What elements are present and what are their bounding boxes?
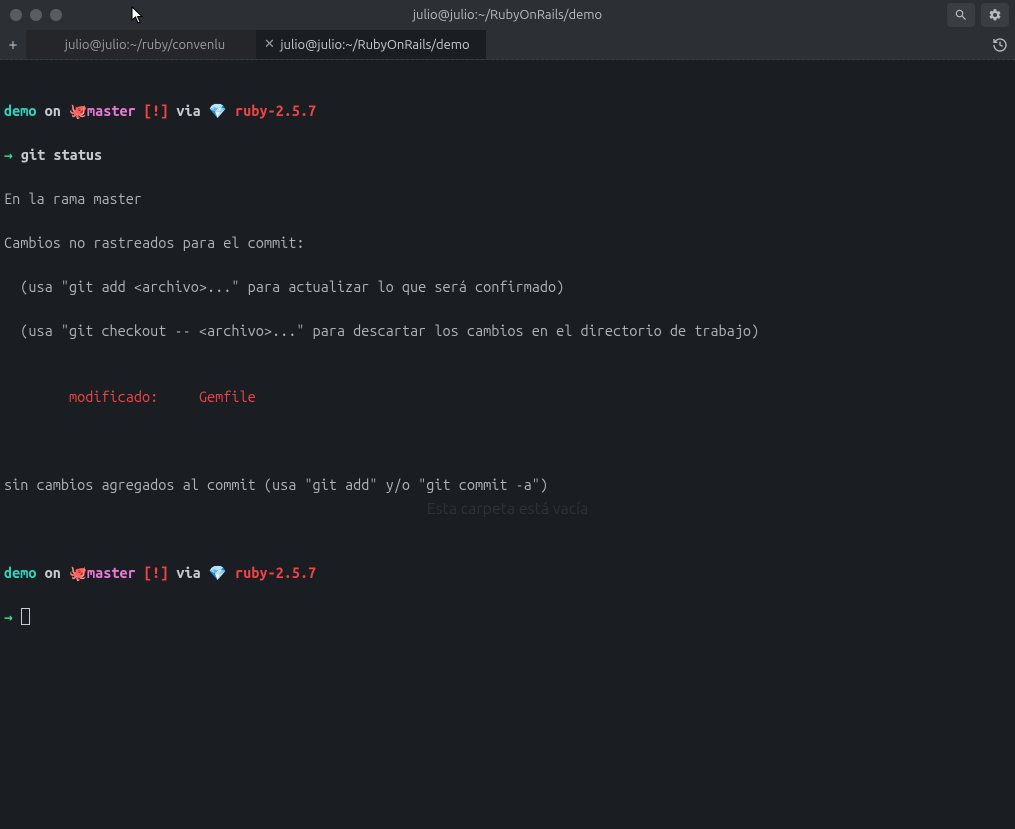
prompt-dir: demo — [4, 102, 36, 119]
prompt-branch: master — [87, 564, 136, 581]
prompt-on: on — [36, 564, 68, 581]
output-blank — [4, 518, 1011, 540]
titlebar: julio@julio:~/RubyOnRails/demo — [0, 0, 1015, 30]
history-button[interactable] — [985, 30, 1015, 59]
window-title: julio@julio:~/RubyOnRails/demo — [413, 8, 602, 22]
prompt-via: via — [168, 564, 209, 581]
output-line: (usa "git add <archivo>..." para actuali… — [4, 276, 1011, 298]
gem-icon: 💎 — [209, 564, 235, 581]
prompt-dir: demo — [4, 564, 36, 581]
prompt-line: demo on 🐙master [!] via 💎 ruby-2.5.7 — [4, 100, 1011, 122]
prompt-line: demo on 🐙master [!] via 💎 ruby-2.5.7 — [4, 562, 1011, 584]
prompt-via: via — [168, 102, 209, 119]
output-line: Cambios no rastreados para el commit: — [4, 232, 1011, 254]
modified-file: Gemfile — [199, 388, 256, 405]
new-tab-button[interactable]: + — [0, 30, 26, 59]
git-icon: 🐙 — [69, 102, 87, 119]
close-window-icon[interactable] — [10, 9, 22, 21]
terminal-output[interactable]: demo on 🐙master [!] via 💎 ruby-2.5.7 → g… — [0, 60, 1015, 654]
command-text: git status — [21, 146, 102, 163]
cursor-line: → — [4, 606, 1011, 628]
terminal-cursor — [21, 608, 30, 625]
prompt-branch: master — [87, 102, 136, 119]
prompt-ruby: ruby-2.5.7 — [235, 102, 316, 119]
settings-button[interactable] — [981, 3, 1009, 27]
output-modified-line: modificado: Gemfile — [4, 386, 1011, 408]
prompt-dirty: [!] — [136, 102, 168, 119]
tab-label: julio@julio:~/RubyOnRails/demo — [280, 38, 469, 52]
search-icon — [954, 8, 968, 22]
prompt-ruby: ruby-2.5.7 — [235, 564, 316, 581]
gem-icon: 💎 — [209, 102, 235, 119]
output-blank — [4, 430, 1011, 452]
tab-convenlu[interactable]: julio@julio:~/ruby/convenlu — [26, 30, 256, 59]
output-line: En la rama master — [4, 188, 1011, 210]
modified-label: modificado: — [4, 388, 199, 405]
tab-label: julio@julio:~/ruby/convenlu — [65, 38, 225, 52]
output-line: sin cambios agregados al commit (usa "gi… — [4, 474, 1011, 496]
prompt-on: on — [36, 102, 68, 119]
git-icon: 🐙 — [69, 564, 87, 581]
background-ghost-text: Esta carpeta está vacía — [427, 500, 589, 518]
search-button[interactable] — [947, 3, 975, 27]
tab-demo[interactable]: ✕ julio@julio:~/RubyOnRails/demo — [256, 30, 486, 59]
tab-bar: + julio@julio:~/ruby/convenlu ✕ julio@ju… — [0, 30, 1015, 60]
close-tab-icon[interactable]: ✕ — [264, 38, 275, 51]
maximize-window-icon[interactable] — [50, 9, 62, 21]
prompt-dirty: [!] — [136, 564, 168, 581]
history-icon — [992, 37, 1008, 53]
prompt-arrow-icon: → — [4, 608, 21, 625]
minimize-window-icon[interactable] — [30, 9, 42, 21]
output-line: (usa "git checkout -- <archivo>..." para… — [4, 320, 1011, 342]
prompt-arrow-icon: → — [4, 146, 21, 163]
window-buttons — [6, 9, 62, 21]
command-line: → git status — [4, 144, 1011, 166]
gear-icon — [988, 8, 1002, 22]
